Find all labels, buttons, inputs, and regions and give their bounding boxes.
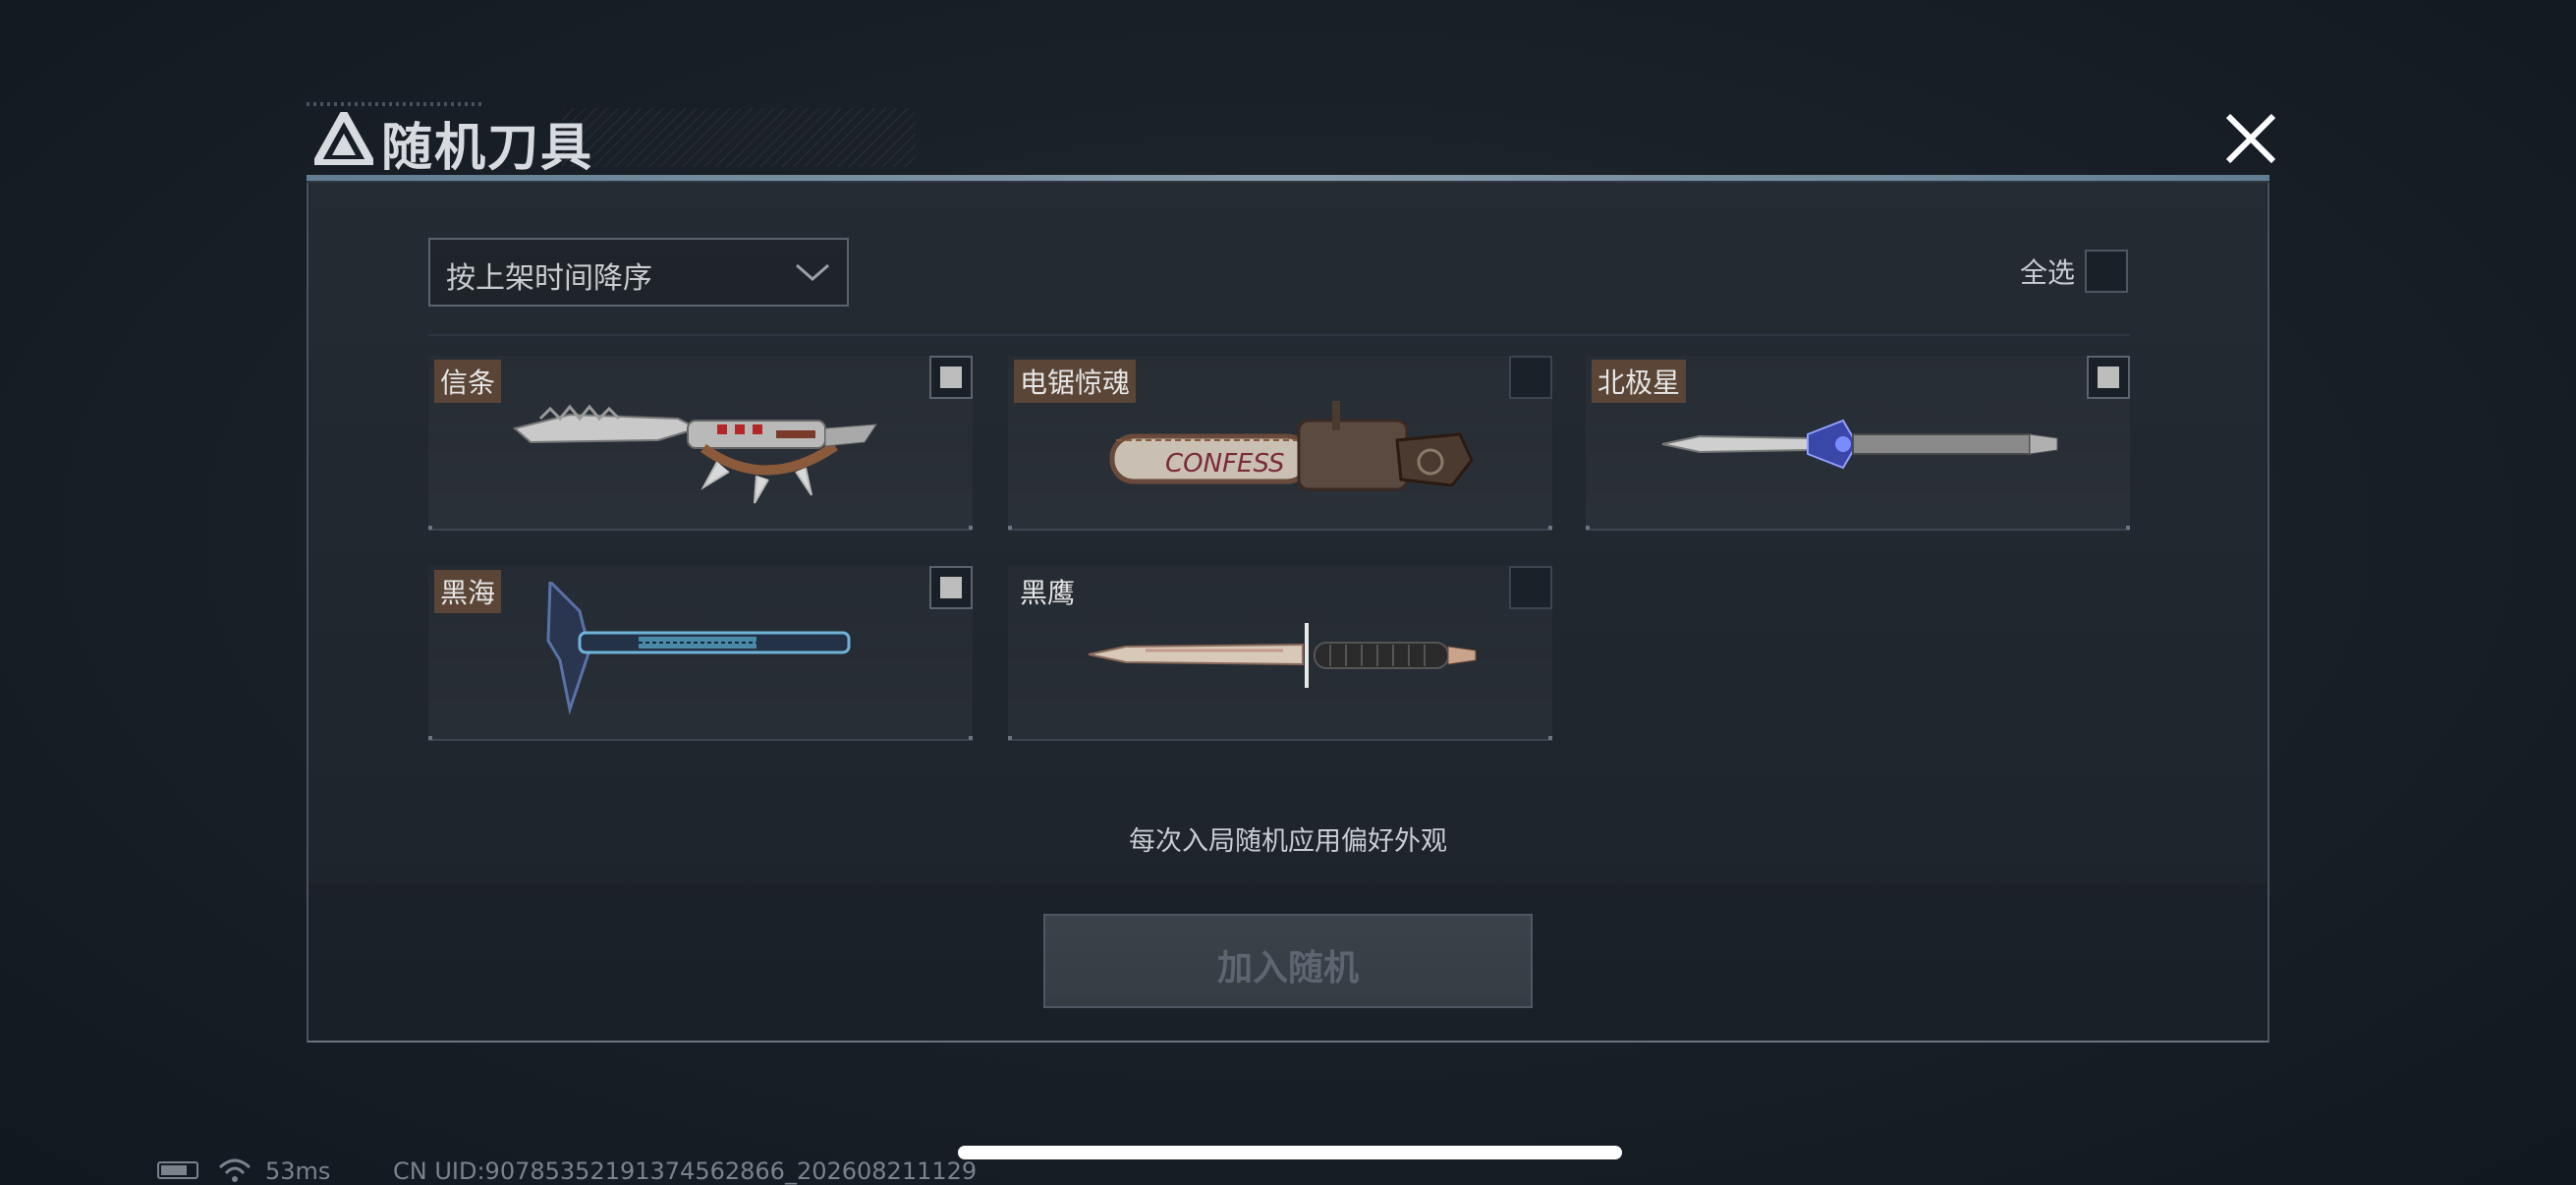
card-bottom-border — [1008, 736, 1552, 741]
toolbar-divider — [428, 334, 2130, 336]
svg-text:CONFESS: CONFESS — [1165, 449, 1285, 479]
card-bottom-border — [428, 736, 973, 741]
header-divider-shadow — [307, 181, 2269, 183]
knife-name: 黑海 — [434, 570, 502, 613]
knife-polaris-image — [1661, 419, 2058, 470]
title-hatch-decoration — [562, 108, 916, 167]
knife-card-heiying[interactable]: 黑鹰 — [1008, 566, 1552, 741]
knife-card-polaris[interactable]: 北极星 — [1586, 356, 2130, 531]
knife-card-heihai[interactable]: 黑海 — [428, 566, 973, 741]
dialog-title: 随机刀具 — [381, 119, 594, 178]
knife-checkbox[interactable] — [929, 356, 973, 399]
knife-card-chainsaw[interactable]: 电锯惊魂 CONFESS — [1008, 356, 1552, 531]
sort-dropdown[interactable]: 按上架时间降序 — [428, 238, 849, 307]
knife-name: 信条 — [434, 360, 502, 403]
knife-checkbox[interactable] — [929, 566, 973, 609]
knife-checkbox[interactable] — [2087, 356, 2130, 399]
select-all-label: 全选 — [2020, 256, 2076, 289]
join-random-button[interactable]: 加入随机 — [1043, 914, 1533, 1008]
card-bottom-border — [1008, 526, 1552, 531]
select-all-checkbox[interactable] — [2085, 250, 2128, 293]
knife-name: 北极星 — [1592, 360, 1687, 403]
uid-text: CN UID:907853521913745628​66_20260821112… — [393, 1157, 978, 1185]
checkbox-check-mark — [2098, 367, 2119, 388]
battery-icon — [157, 1161, 198, 1179]
status-bar: 53ms CN UID:907853521913745628​66_202608… — [157, 1157, 1041, 1185]
card-bottom-border — [428, 526, 973, 531]
knife-card-xintiao[interactable]: 信条 — [428, 356, 973, 531]
join-random-button-label: 加入随机 — [1216, 948, 1359, 988]
chevron-down-icon — [796, 263, 829, 281]
hint-text: 每次入局随机应用偏好外观 — [1129, 826, 1447, 857]
knife-heihai-image — [546, 582, 851, 715]
checkbox-check-mark — [940, 367, 962, 388]
knife-checkbox[interactable] — [1509, 566, 1552, 609]
wifi-icon — [218, 1158, 252, 1182]
card-bottom-border — [1586, 526, 2130, 531]
ping-text: 53ms — [265, 1157, 331, 1185]
knife-heiying-image — [1088, 623, 1477, 688]
close-icon[interactable] — [2205, 98, 2293, 177]
triangle-logo-icon — [314, 112, 373, 165]
knife-checkbox[interactable] — [1509, 356, 1552, 399]
sort-dropdown-value: 按上架时间降序 — [446, 261, 652, 296]
checkbox-check-mark — [940, 577, 962, 598]
knife-xintiao-image — [512, 404, 877, 504]
knife-name: 黑鹰 — [1020, 577, 1076, 609]
knife-chainsaw-image: CONFESS — [1109, 401, 1474, 491]
home-indicator[interactable] — [958, 1146, 1622, 1159]
dialog-header: 随机刀具 — [307, 98, 2276, 178]
